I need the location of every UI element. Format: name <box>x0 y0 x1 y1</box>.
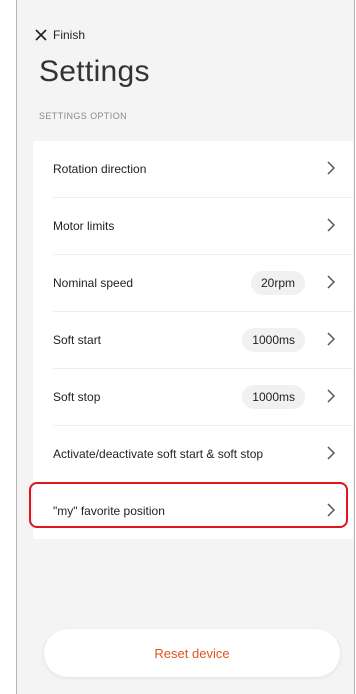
finish-label: Finish <box>53 28 86 42</box>
chevron-right-icon <box>327 218 335 232</box>
page-title: Settings <box>39 55 150 88</box>
close-icon <box>35 29 47 41</box>
section-heading: SETTINGS OPTION <box>39 111 128 121</box>
settings-row-rotation-direction[interactable]: Rotation direction <box>33 141 353 197</box>
settings-row-motor-limits[interactable]: Motor limits <box>33 198 353 254</box>
chevron-right-icon <box>327 161 335 175</box>
row-label: Motor limits <box>53 219 115 233</box>
reset-device-label: Reset device <box>154 645 230 661</box>
reset-device-button[interactable]: Reset device <box>44 629 340 677</box>
value-badge: 1000ms <box>242 328 305 352</box>
row-label: Activate/deactivate soft start & soft st… <box>53 447 264 461</box>
app-frame: Finish Settings SETTINGS OPTION Rotation… <box>16 0 355 694</box>
value-badge: 20rpm <box>250 271 305 295</box>
finish-button[interactable]: Finish <box>35 26 85 44</box>
settings-row-soft-stop[interactable]: Soft stop 1000ms <box>33 369 353 425</box>
settings-row-activate-soft-start-stop[interactable]: Activate/deactivate soft start & soft st… <box>33 426 353 482</box>
settings-row-soft-start[interactable]: Soft start 1000ms <box>33 312 353 368</box>
chevron-right-icon <box>327 389 335 403</box>
chevron-right-icon <box>327 275 335 289</box>
settings-row-nominal-speed[interactable]: Nominal speed 20rpm <box>33 255 353 311</box>
chevron-right-icon <box>327 446 335 460</box>
settings-list: Rotation direction Motor limits Nominal … <box>33 141 353 539</box>
row-label: Soft stop <box>53 390 101 404</box>
highlight-annotation <box>29 482 348 528</box>
chevron-right-icon <box>327 332 335 346</box>
value-badge: 1000ms <box>242 385 305 409</box>
row-label: Soft start <box>53 333 102 347</box>
row-label: Rotation direction <box>53 162 147 176</box>
row-label: Nominal speed <box>53 276 134 290</box>
